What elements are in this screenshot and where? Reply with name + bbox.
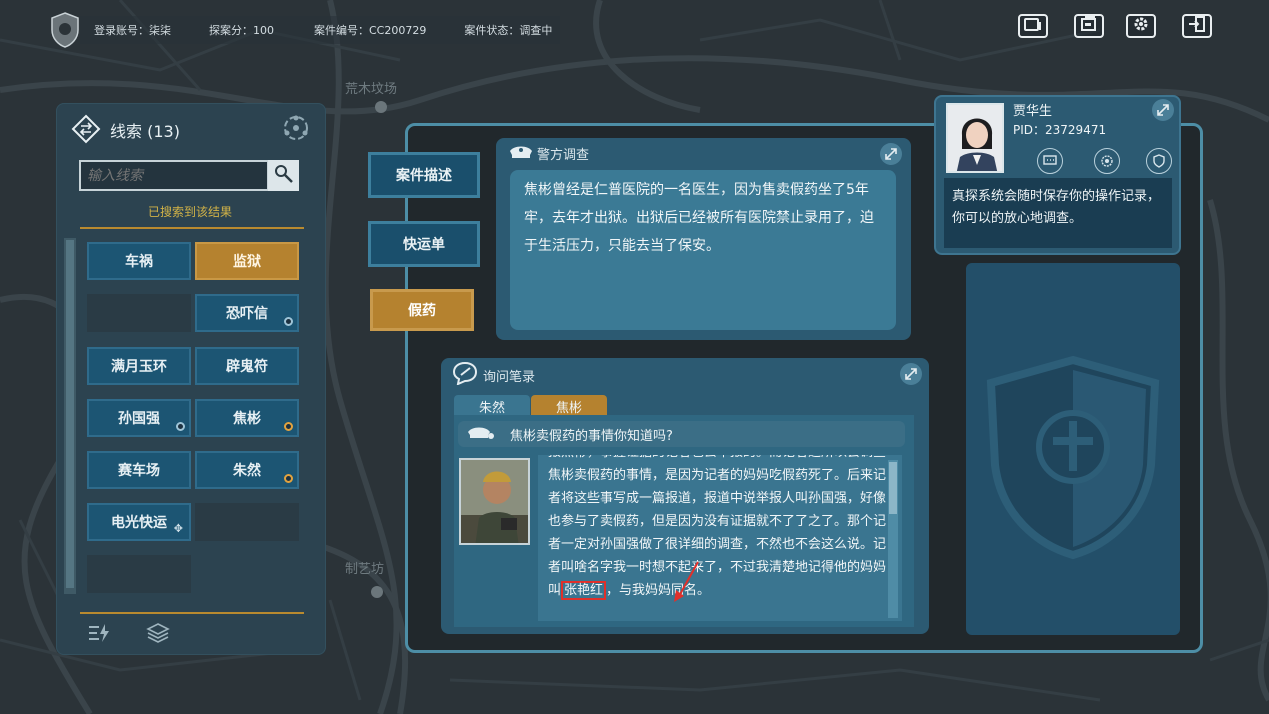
officer-portrait bbox=[946, 103, 1004, 173]
clue-label: 满月玉环 bbox=[111, 359, 167, 375]
score-label: 探案分：100 bbox=[209, 24, 274, 37]
game-logo bbox=[50, 12, 80, 48]
search-button[interactable] bbox=[268, 160, 299, 191]
clue-label: 恐吓信 bbox=[226, 306, 268, 322]
clue-title: 线索 (13) bbox=[110, 122, 180, 141]
tab-label: 焦彬 bbox=[555, 400, 582, 416]
tablet-icon bbox=[1024, 17, 1042, 36]
tab-label: 朱然 bbox=[478, 400, 505, 416]
clue-slot-empty bbox=[195, 503, 299, 541]
inquiry-tab-zhuran[interactable]: 朱然 bbox=[454, 395, 530, 417]
divider bbox=[80, 227, 304, 229]
map-label-workshop: 制艺坊 bbox=[345, 562, 385, 577]
document-icon bbox=[1080, 16, 1098, 36]
inquiry-card-title: 询问笔录 bbox=[483, 370, 536, 385]
clue-label: 监狱 bbox=[233, 254, 261, 270]
new-clue-indicator-icon bbox=[284, 317, 293, 326]
police-card-title: 警方调查 bbox=[537, 148, 590, 163]
answer-box: 报照彬，事握证据的记者也去举报的。而记者之所以会调查焦彬卖假药的事情，是因为记者… bbox=[538, 455, 902, 621]
document-button[interactable] bbox=[1074, 14, 1104, 38]
divider bbox=[80, 612, 304, 614]
expand-icon[interactable] bbox=[880, 143, 902, 165]
clue-label: 焦彬 bbox=[233, 411, 261, 427]
message-icon[interactable] bbox=[1037, 148, 1063, 174]
clue-list-icon bbox=[71, 114, 101, 148]
account-label: 登录账号：柒柒 bbox=[94, 24, 171, 37]
clue-item[interactable]: 满月玉环 bbox=[87, 347, 191, 385]
chat-icon bbox=[452, 361, 478, 389]
clue-label: 朱然 bbox=[233, 463, 261, 479]
settings-button[interactable] bbox=[1126, 14, 1156, 38]
flash-sort-icon[interactable] bbox=[86, 620, 112, 646]
exit-button[interactable] bbox=[1182, 14, 1212, 38]
tab-case-description[interactable]: 案件描述 bbox=[368, 152, 480, 198]
clue-label: 辟鬼符 bbox=[226, 359, 268, 375]
map-label-cemetery: 荒木坟场 bbox=[345, 82, 398, 97]
new-clue-indicator-icon bbox=[176, 422, 185, 431]
red-arrow-annotation bbox=[672, 560, 702, 608]
clue-item[interactable]: 赛车场 bbox=[87, 451, 191, 489]
case-status-label: 案件状态：调查中 bbox=[464, 24, 553, 37]
clue-item[interactable]: 电光快运 ✥ bbox=[87, 503, 191, 541]
exit-icon bbox=[1188, 16, 1206, 36]
tab-label: 快运单 bbox=[403, 237, 445, 253]
tab-label: 假药 bbox=[408, 303, 436, 319]
tab-label: 案件描述 bbox=[396, 168, 452, 184]
suspect-portrait bbox=[459, 458, 530, 545]
search-icon bbox=[274, 164, 294, 188]
layers-icon[interactable] bbox=[145, 620, 171, 646]
officer-name: 贾华生 bbox=[1013, 104, 1053, 119]
answer-text: 报照彬，事握证据的记者也去举报的。而记者之所以会调查焦彬卖假药的事情，是因为记者… bbox=[548, 455, 888, 602]
police-shield-emblem bbox=[983, 355, 1163, 564]
clue-slot-empty bbox=[87, 294, 191, 332]
tab-fake-drug[interactable]: 假药 bbox=[370, 289, 474, 331]
shield-icon[interactable] bbox=[1146, 148, 1172, 174]
clue-scrollbar-thumb[interactable] bbox=[66, 240, 74, 588]
clue-label: 赛车场 bbox=[118, 463, 160, 479]
move-cursor-icon: ✥ bbox=[173, 522, 183, 535]
police-cap-icon bbox=[466, 424, 496, 444]
clue-item[interactable]: 朱然 bbox=[195, 451, 299, 489]
clue-item[interactable]: 车祸 bbox=[87, 242, 191, 280]
officer-pid: PID：23729471 bbox=[1013, 123, 1107, 137]
clue-label: 车祸 bbox=[125, 254, 153, 270]
question-text: 焦彬卖假药的事情你知道吗? bbox=[510, 428, 673, 444]
police-investigation-text: 焦彬曾经是仁普医院的一名医生，因为售卖假药坐了5年牢，去年才出狱。出狱后已经被所… bbox=[510, 170, 896, 330]
answer-scrollbar-thumb[interactable] bbox=[889, 462, 897, 514]
inquiry-tab-jiaobin[interactable]: 焦彬 bbox=[531, 395, 607, 417]
clue-item[interactable]: 监狱 bbox=[195, 242, 299, 280]
clue-item[interactable]: 辟鬼符 bbox=[195, 347, 299, 385]
badge-icon[interactable] bbox=[1094, 148, 1120, 174]
new-clue-indicator-icon bbox=[284, 422, 293, 431]
status-bar: 登录账号：柒柒 探案分：100 案件编号：CC200729 案件状态：调查中 bbox=[80, 16, 560, 44]
clue-item[interactable]: 恐吓信 bbox=[195, 294, 299, 332]
case-number-label: 案件编号：CC200729 bbox=[314, 24, 427, 37]
expand-icon[interactable] bbox=[900, 363, 922, 385]
new-clue-indicator-icon bbox=[284, 474, 293, 483]
clue-label: 电光快运 bbox=[111, 515, 167, 531]
expand-icon[interactable] bbox=[1152, 99, 1174, 121]
question-bar: 焦彬卖假药的事情你知道吗? bbox=[458, 421, 905, 447]
clue-label: 孙国强 bbox=[118, 411, 160, 427]
tablet-button[interactable] bbox=[1018, 14, 1048, 38]
police-cap-icon bbox=[508, 143, 534, 165]
clue-network-icon[interactable] bbox=[282, 114, 310, 146]
answer-text-part: 报照彬，事握证据的记者也去举报的。而记者之所以会调查焦彬卖假药的事情，是因为记者… bbox=[548, 455, 887, 598]
search-input[interactable] bbox=[79, 160, 269, 191]
highlighted-name[interactable]: 张艳红 bbox=[561, 581, 607, 600]
search-result-text: 已搜索到该结果 bbox=[147, 205, 232, 219]
clue-item[interactable]: 孙国强 bbox=[87, 399, 191, 437]
clue-slot-empty bbox=[87, 555, 191, 593]
system-message: 真探系统会随时保存你的操作记录，你可以的放心地调查。 bbox=[944, 178, 1172, 248]
tab-delivery-note[interactable]: 快运单 bbox=[368, 221, 480, 267]
clue-item[interactable]: 焦彬 bbox=[195, 399, 299, 437]
gear-icon bbox=[1132, 15, 1150, 37]
